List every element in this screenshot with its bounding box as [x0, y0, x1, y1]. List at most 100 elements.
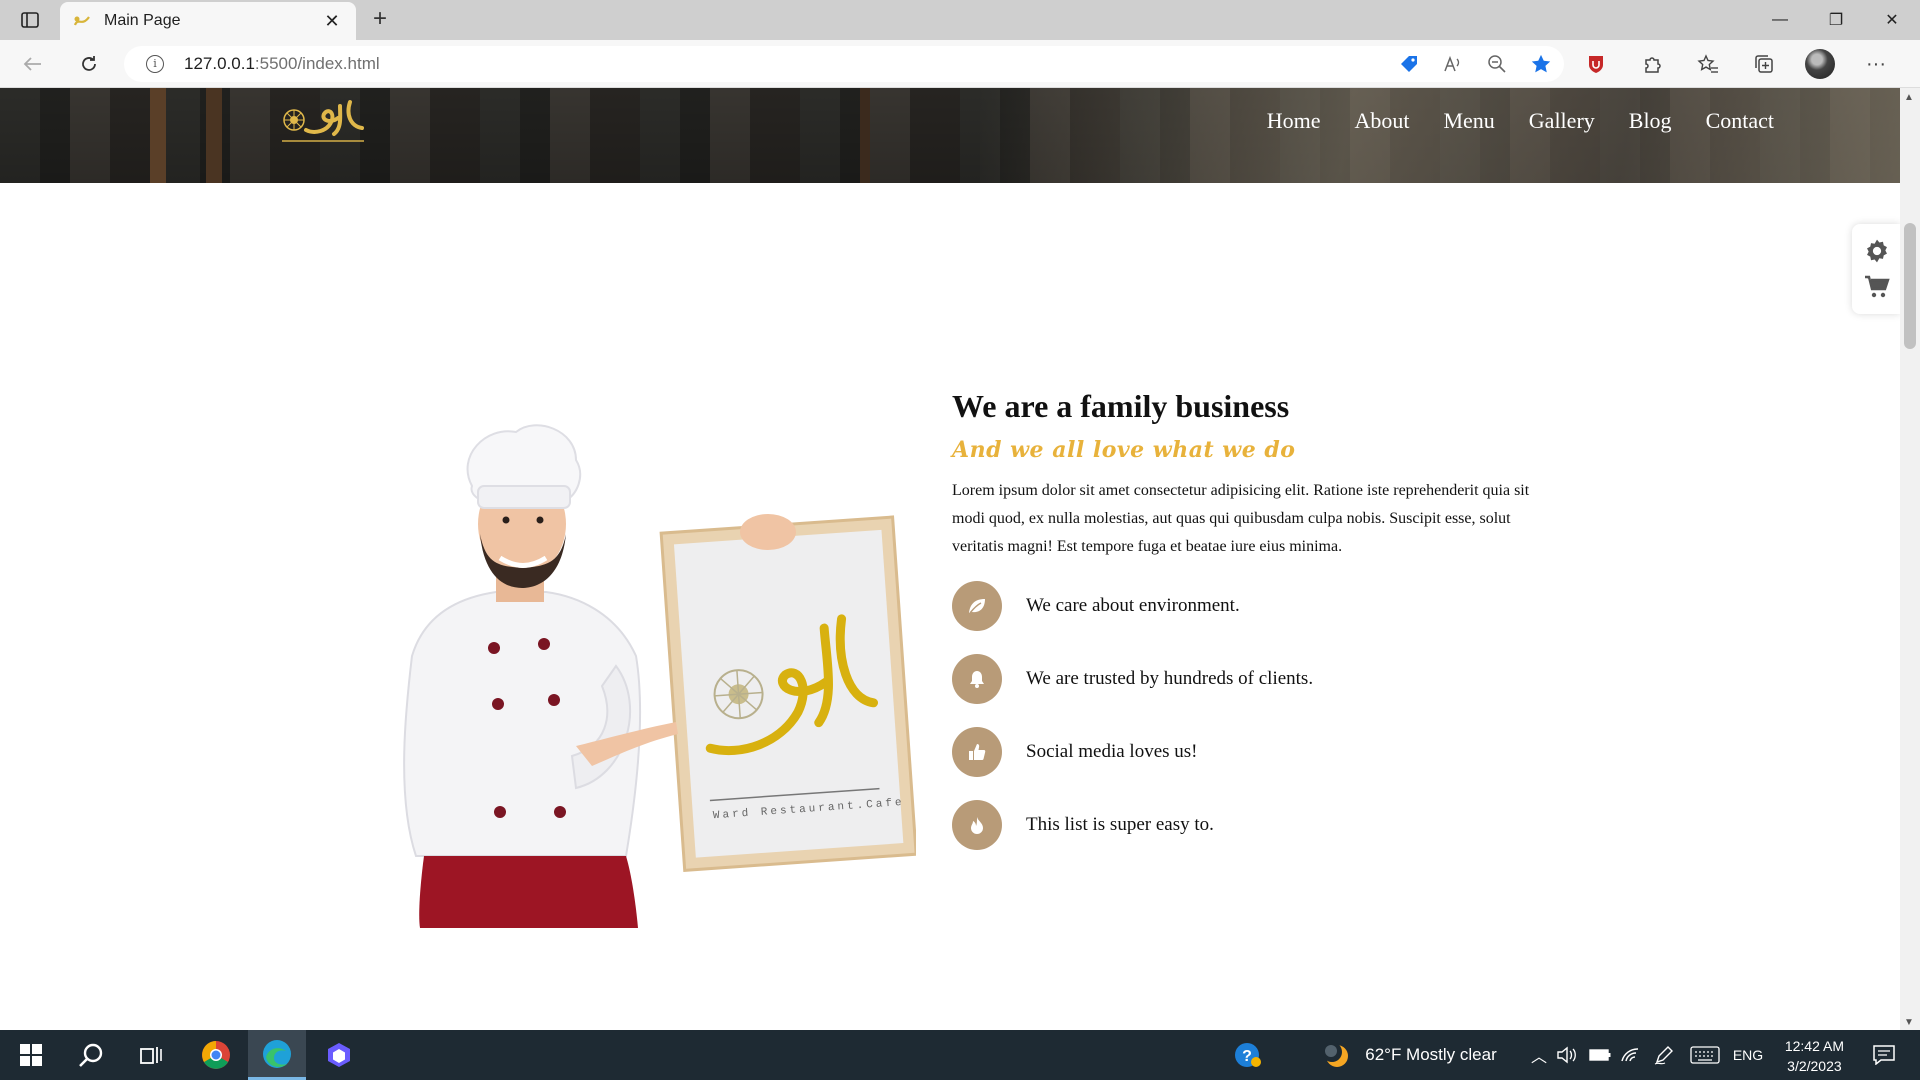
feature-text: This list is super easy to.	[1026, 814, 1214, 835]
scroll-up-arrow-icon[interactable]: ▲	[1904, 92, 1914, 103]
thumbs-up-icon	[969, 744, 986, 760]
search-button[interactable]	[68, 1030, 114, 1080]
favorite-star-icon[interactable]	[1530, 53, 1552, 75]
main-nav: Home About Menu Gallery Blog Contact	[1267, 108, 1774, 134]
list-item: We are trusted by hundreds of clients.	[952, 654, 1532, 704]
feature-icon-circle	[952, 654, 1002, 704]
page-scrollbar[interactable]: ▲ ▼	[1900, 88, 1920, 1030]
scroll-down-arrow-icon[interactable]: ▼	[1904, 1017, 1914, 1028]
maximize-button[interactable]: ❐	[1808, 0, 1864, 40]
language-indicator[interactable]: ENG	[1730, 1030, 1766, 1080]
feature-list: We care about environment. We are truste…	[952, 581, 1532, 850]
windows-taskbar: ? 62°F Mostly clear ︿ ENG 12:42 AM 3/2/2…	[0, 1030, 1920, 1080]
weather-text[interactable]: 62°F Mostly clear	[1356, 1030, 1506, 1080]
browser-tab[interactable]: Main Page ✕	[60, 2, 356, 40]
start-button[interactable]	[10, 1030, 52, 1080]
wifi-icon[interactable]	[1618, 1030, 1642, 1080]
nav-gallery[interactable]: Gallery	[1529, 108, 1595, 134]
feature-text: We are trusted by hundreds of clients.	[1026, 668, 1314, 689]
site-info-icon[interactable]: i	[146, 55, 164, 73]
header-decor	[206, 88, 222, 183]
collections-icon[interactable]	[1746, 46, 1782, 82]
notification-icon	[1873, 1045, 1895, 1065]
notifications-button[interactable]	[1864, 1030, 1904, 1080]
feature-text: Social media loves us!	[1026, 741, 1198, 762]
weather-icon[interactable]	[1316, 1030, 1356, 1080]
list-item: This list is super easy to.	[952, 800, 1532, 850]
keyboard-icon[interactable]	[1688, 1030, 1722, 1080]
address-bar-icons	[1398, 46, 1552, 82]
close-window-button[interactable]: ✕	[1864, 0, 1920, 40]
tab-actions-icon	[21, 12, 39, 28]
clock-time: 12:42 AM	[1784, 1038, 1844, 1054]
taskbar-app[interactable]	[314, 1030, 364, 1080]
section-paragraph: Lorem ipsum dolor sit amet consectetur a…	[952, 482, 1530, 555]
windows-logo-icon	[20, 1044, 42, 1066]
header-decor	[860, 88, 870, 183]
address-bar[interactable]: i 127.0.0.1:5500/index.html	[124, 46, 1564, 82]
feature-icon-circle	[952, 727, 1002, 777]
taskbar-edge[interactable]	[248, 1030, 306, 1080]
back-button[interactable]	[18, 50, 48, 78]
extension-shield-icon[interactable]	[1578, 46, 1614, 82]
feature-text: We care about environment.	[1026, 595, 1240, 616]
nav-about[interactable]: About	[1354, 108, 1409, 134]
feature-icon-circle	[952, 581, 1002, 631]
nav-contact[interactable]: Contact	[1706, 108, 1774, 134]
task-view-icon	[140, 1047, 162, 1064]
pen-icon[interactable]	[1650, 1030, 1678, 1080]
feature-icon-circle	[952, 800, 1002, 850]
list-item: We care about environment.	[952, 581, 1532, 631]
gear-icon[interactable]	[1864, 238, 1890, 264]
taskbar-chrome[interactable]	[188, 1030, 244, 1080]
favorites-list-icon[interactable]	[1690, 46, 1726, 82]
battery-icon[interactable]	[1588, 1030, 1612, 1080]
browser-tab-bar: Main Page ✕ + — ❐ ✕	[0, 0, 1920, 40]
fire-icon	[971, 817, 983, 834]
profile-avatar[interactable]	[1802, 46, 1838, 82]
list-item: Social media loves us!	[952, 727, 1532, 777]
avatar	[1805, 49, 1835, 79]
back-arrow-icon	[23, 57, 41, 71]
site-logo[interactable]	[276, 94, 370, 150]
web-page: Home About Menu Gallery Blog Contact War…	[0, 88, 1900, 1030]
cart-icon[interactable]	[1864, 274, 1890, 300]
more-menu-button[interactable]: ···	[1858, 46, 1894, 82]
browser-toolbar: i 127.0.0.1:5500/index.html ···	[0, 40, 1920, 88]
search-icon	[79, 1043, 103, 1067]
new-tab-button[interactable]: +	[366, 6, 394, 34]
header-decor	[150, 88, 166, 183]
header-background-image	[980, 88, 1900, 183]
tab-close-button[interactable]: ✕	[320, 11, 344, 32]
nav-blog[interactable]: Blog	[1629, 108, 1672, 134]
chrome-icon	[202, 1041, 230, 1069]
leaf-icon	[969, 599, 985, 614]
scroll-thumb[interactable]	[1904, 223, 1916, 349]
extensions-puzzle-icon[interactable]	[1634, 46, 1670, 82]
show-hidden-icons-chevron-icon[interactable]: ︿	[1528, 1030, 1550, 1080]
speaker-icon[interactable]	[1554, 1030, 1580, 1080]
section-subheading: And we all love what we do	[952, 437, 1296, 463]
app-hexagon-icon	[328, 1043, 350, 1067]
task-view-button[interactable]	[128, 1030, 174, 1080]
about-section: We are a family business And we all love…	[952, 388, 1532, 873]
clock-date: 3/2/2023	[1787, 1058, 1842, 1074]
toolbar-icons: ···	[1578, 40, 1894, 88]
help-tray-icon[interactable]: ?	[1228, 1030, 1268, 1080]
edge-icon	[263, 1039, 291, 1068]
window-controls: — ❐ ✕	[1752, 0, 1920, 40]
read-aloud-icon[interactable]	[1442, 53, 1464, 75]
zoom-out-icon[interactable]	[1486, 53, 1508, 75]
minimize-button[interactable]: —	[1752, 0, 1808, 40]
refresh-button[interactable]	[74, 50, 104, 78]
url-path: :5500/index.html	[254, 54, 380, 73]
system-clock[interactable]: 12:42 AM 3/2/2023	[1785, 1036, 1844, 1076]
bell-icon	[970, 671, 984, 688]
url-host: 127.0.0.1	[184, 54, 255, 73]
tab-title: Main Page	[104, 12, 181, 29]
shopping-tag-icon[interactable]	[1398, 53, 1420, 75]
refresh-icon	[82, 56, 96, 71]
tab-actions-button[interactable]	[12, 8, 48, 32]
nav-home[interactable]: Home	[1267, 108, 1321, 134]
nav-menu[interactable]: Menu	[1443, 108, 1494, 134]
